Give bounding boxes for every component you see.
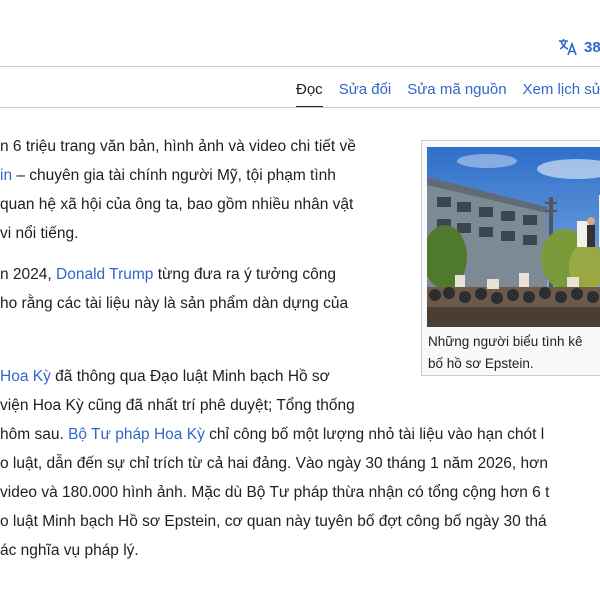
text-line: n 6 triệu trang văn bản, hình ảnh và vid…: [0, 138, 356, 155]
page-tabs: Đọc Sửa đổi Sửa mã nguồn Xem lịch sử: [296, 74, 600, 108]
text-line: n 2024, Donald Trump từng đưa ra ý tưởng…: [0, 266, 336, 283]
tabs-divider: [0, 107, 600, 108]
text-line: video và 180.000 hình ảnh. Mặc dù Bộ Tư …: [0, 484, 550, 501]
article-link-hoa-ky[interactable]: Hoa Kỳ: [0, 368, 51, 385]
tab-edit[interactable]: Sửa đổi: [339, 74, 392, 108]
article-paragraph-3: Hoa Kỳ đã thông qua Đạo luật Minh bạch H…: [0, 362, 549, 565]
text-line: vi nổi tiếng.: [0, 225, 79, 242]
text-line: o luật Minh bạch Hồ sơ Epstein, cơ quan …: [0, 513, 547, 530]
text-line: quan hệ xã hội của ông ta, bao gồm nhiều…: [0, 196, 354, 213]
language-count: 38: [584, 38, 600, 56]
caption-line: bố hồ sơ Epstein.: [428, 356, 534, 371]
article-paragraph-1: n 6 triệu trang văn bản, hình ảnh và vid…: [0, 132, 356, 248]
text-line: viện Hoa Kỳ cũng đã nhất trí phê duyệt; …: [0, 397, 355, 414]
text-line: ác nghĩa vụ pháp lý.: [0, 542, 139, 559]
figure-caption: Những người biểu tình kê bố hồ sơ Epstei…: [428, 331, 583, 375]
header-divider: [0, 66, 600, 67]
figure-thumbnail: Những người biểu tình kê bố hồ sơ Epstei…: [421, 140, 600, 376]
text-line: ho rằng các tài liệu này là sản phẩm dàn…: [0, 295, 349, 312]
tab-edit-source[interactable]: Sửa mã nguồn: [407, 74, 506, 108]
language-button[interactable]: 38: [558, 36, 600, 58]
text-line: in – chuyên gia tài chính người Mỹ, tội …: [0, 167, 336, 184]
article-link-donald-trump[interactable]: Donald Trump: [56, 266, 153, 283]
article-paragraph-2: n 2024, Donald Trump từng đưa ra ý tưởng…: [0, 260, 348, 318]
article-link-epstein[interactable]: in: [0, 167, 12, 184]
tab-read[interactable]: Đọc: [296, 74, 323, 108]
article-link-bo-tu-phap[interactable]: Bộ Tư pháp Hoa Kỳ: [68, 426, 205, 443]
protest-photo[interactable]: [427, 147, 600, 327]
text-line: o luật, dẫn đến sự chỉ trích từ cả hai đ…: [0, 455, 548, 472]
tab-view-history[interactable]: Xem lịch sử: [523, 74, 600, 108]
text-line: hôm sau. Bộ Tư pháp Hoa Kỳ chỉ công bố m…: [0, 426, 545, 443]
translate-icon: [559, 39, 577, 56]
caption-line: Những người biểu tình kê: [428, 334, 583, 349]
